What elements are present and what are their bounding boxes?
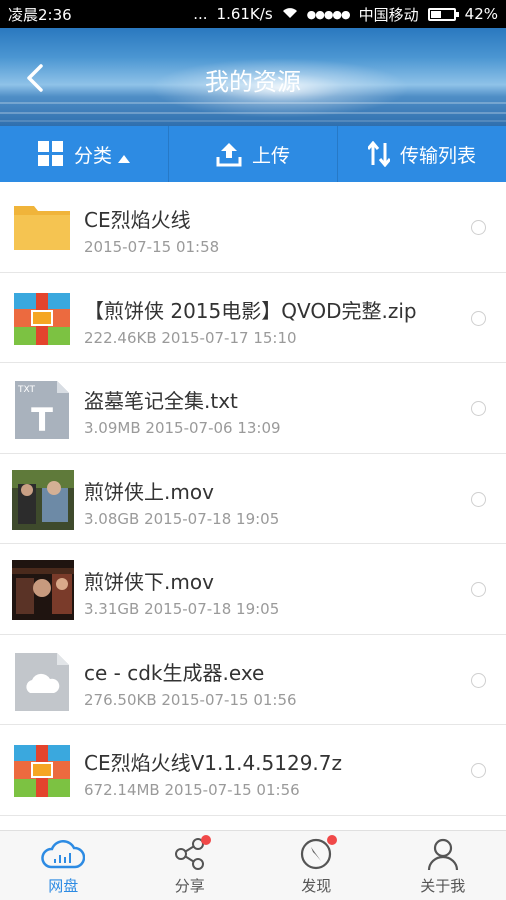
file-name: CE烈焰火线V1.1.4.5129.7z — [84, 751, 343, 775]
select-radio[interactable] — [471, 672, 486, 688]
list-item[interactable]: TXT T 盗墓笔记全集.txt 3.09MB 2015-07-06 13:09 — [0, 363, 506, 454]
list-item[interactable]: ce - cdk生成器.exe 276.50KB 2015-07-15 01:5… — [0, 635, 506, 725]
select-radio[interactable] — [471, 401, 486, 416]
tab-label: 网盘 — [48, 877, 79, 895]
select-radio[interactable] — [471, 582, 486, 597]
file-name: 煎饼侠上.mov — [84, 479, 214, 504]
battery-percent: 42% — [464, 5, 498, 23]
file-name: 盗墓笔记全集.txt — [84, 389, 238, 413]
cloud-icon — [41, 840, 86, 869]
upload-label: 上传 — [251, 144, 290, 167]
upload-button[interactable]: 上传 — [169, 126, 338, 182]
tab-label: 分享 — [174, 877, 205, 895]
file-meta: 222.46KB 2015-07-17 15:10 — [84, 328, 297, 347]
file-meta: 672.14MB 2015-07-15 01:56 — [84, 781, 300, 799]
transfer-arrows-icon — [367, 141, 390, 167]
list-item[interactable]: 【煎饼侠 2015电影】QVOD完整.zip 222.46KB 2015-07-… — [0, 273, 506, 363]
person-icon — [427, 838, 458, 871]
wave-line — [0, 102, 506, 104]
status-right: ... 1.61K/s ●●●●● 中国移动 42% — [193, 4, 498, 25]
select-radio[interactable] — [471, 491, 486, 507]
file-meta: 2015-07-15 01:58 — [84, 238, 220, 256]
dropdown-triangle-icon — [118, 155, 130, 163]
page-title: 我的资源 — [205, 68, 301, 96]
tab-label: 发现 — [301, 877, 332, 895]
file-name: CE烈焰火线 — [84, 208, 191, 232]
select-radio[interactable] — [471, 310, 486, 326]
zip-icon — [14, 292, 70, 345]
txt-letter: T — [31, 401, 53, 439]
wifi-icon — [282, 5, 298, 23]
wave-line — [0, 120, 506, 122]
transfer-list-button[interactable]: 传输列表 — [338, 126, 506, 182]
transfer-list-label: 传输列表 — [399, 144, 476, 167]
bottom-tab-bar: 网盘 分享 发现 关于我 — [0, 830, 506, 900]
status-dots: ... — [193, 5, 208, 23]
file-name: 【煎饼侠 2015电影】QVOD完整.zip — [84, 298, 417, 323]
notification-dot — [327, 835, 337, 845]
list-item[interactable]: 煎饼侠下.mov 3.31GB 2015-07-18 19:05 — [0, 544, 506, 635]
video-thumbnail — [12, 560, 74, 620]
header: 我的资源 — [0, 28, 506, 126]
txt-badge: TXT — [17, 385, 36, 395]
file-meta: 3.08GB 2015-07-18 19:05 — [84, 509, 280, 528]
select-radio[interactable] — [471, 220, 486, 235]
wave-line — [0, 112, 506, 114]
status-time: 凌晨2:36 — [8, 5, 72, 24]
file-name: ce - cdk生成器.exe — [84, 660, 265, 685]
battery-icon — [427, 7, 459, 21]
upload-icon — [216, 143, 242, 167]
category-label: 分类 — [73, 144, 112, 167]
grid-icon — [37, 141, 63, 166]
file-name: 煎饼侠下.mov — [84, 570, 214, 594]
file-meta: 3.31GB 2015-07-18 19:05 — [84, 600, 280, 618]
carrier-name: 中国移动 — [358, 5, 419, 24]
txt-icon: TXT T — [15, 381, 69, 439]
cloud-file-icon — [15, 652, 69, 711]
toolbar: 分类 上传 传输列表 — [0, 126, 506, 182]
list-item[interactable]: CE烈焰火线V1.1.4.5129.7z 672.14MB 2015-07-15… — [0, 725, 506, 816]
tab-about-me[interactable]: 关于我 — [380, 831, 506, 900]
signal-strength: ●●●●● — [306, 7, 351, 21]
zip-icon — [14, 745, 70, 797]
file-meta: 276.50KB 2015-07-15 01:56 — [84, 690, 297, 709]
tab-discover[interactable]: 发现 — [253, 831, 380, 900]
select-radio[interactable] — [471, 763, 486, 778]
network-speed: 1.61K/s — [216, 5, 273, 23]
battery-fill — [430, 10, 441, 18]
file-list: CE烈焰火线 2015-07-15 01:58 【煎饼侠 2015电影】QVOD… — [0, 182, 506, 830]
status-bar: 凌晨2:36 ... 1.61K/s ●●●●● 中国移动 42% — [0, 0, 506, 28]
list-item[interactable]: 煎饼侠上.mov 3.08GB 2015-07-18 19:05 — [0, 454, 506, 544]
list-item[interactable]: CE烈焰火线 2015-07-15 01:58 — [0, 182, 506, 273]
tab-label: 关于我 — [420, 877, 466, 895]
tab-share[interactable]: 分享 — [127, 831, 254, 900]
file-meta: 3.09MB 2015-07-06 13:09 — [84, 419, 281, 437]
video-thumbnail — [12, 469, 74, 530]
notification-dot — [200, 835, 211, 845]
category-button[interactable]: 分类 — [0, 126, 169, 182]
tab-netdisk[interactable]: 网盘 — [0, 831, 127, 900]
folder-icon — [14, 206, 70, 250]
